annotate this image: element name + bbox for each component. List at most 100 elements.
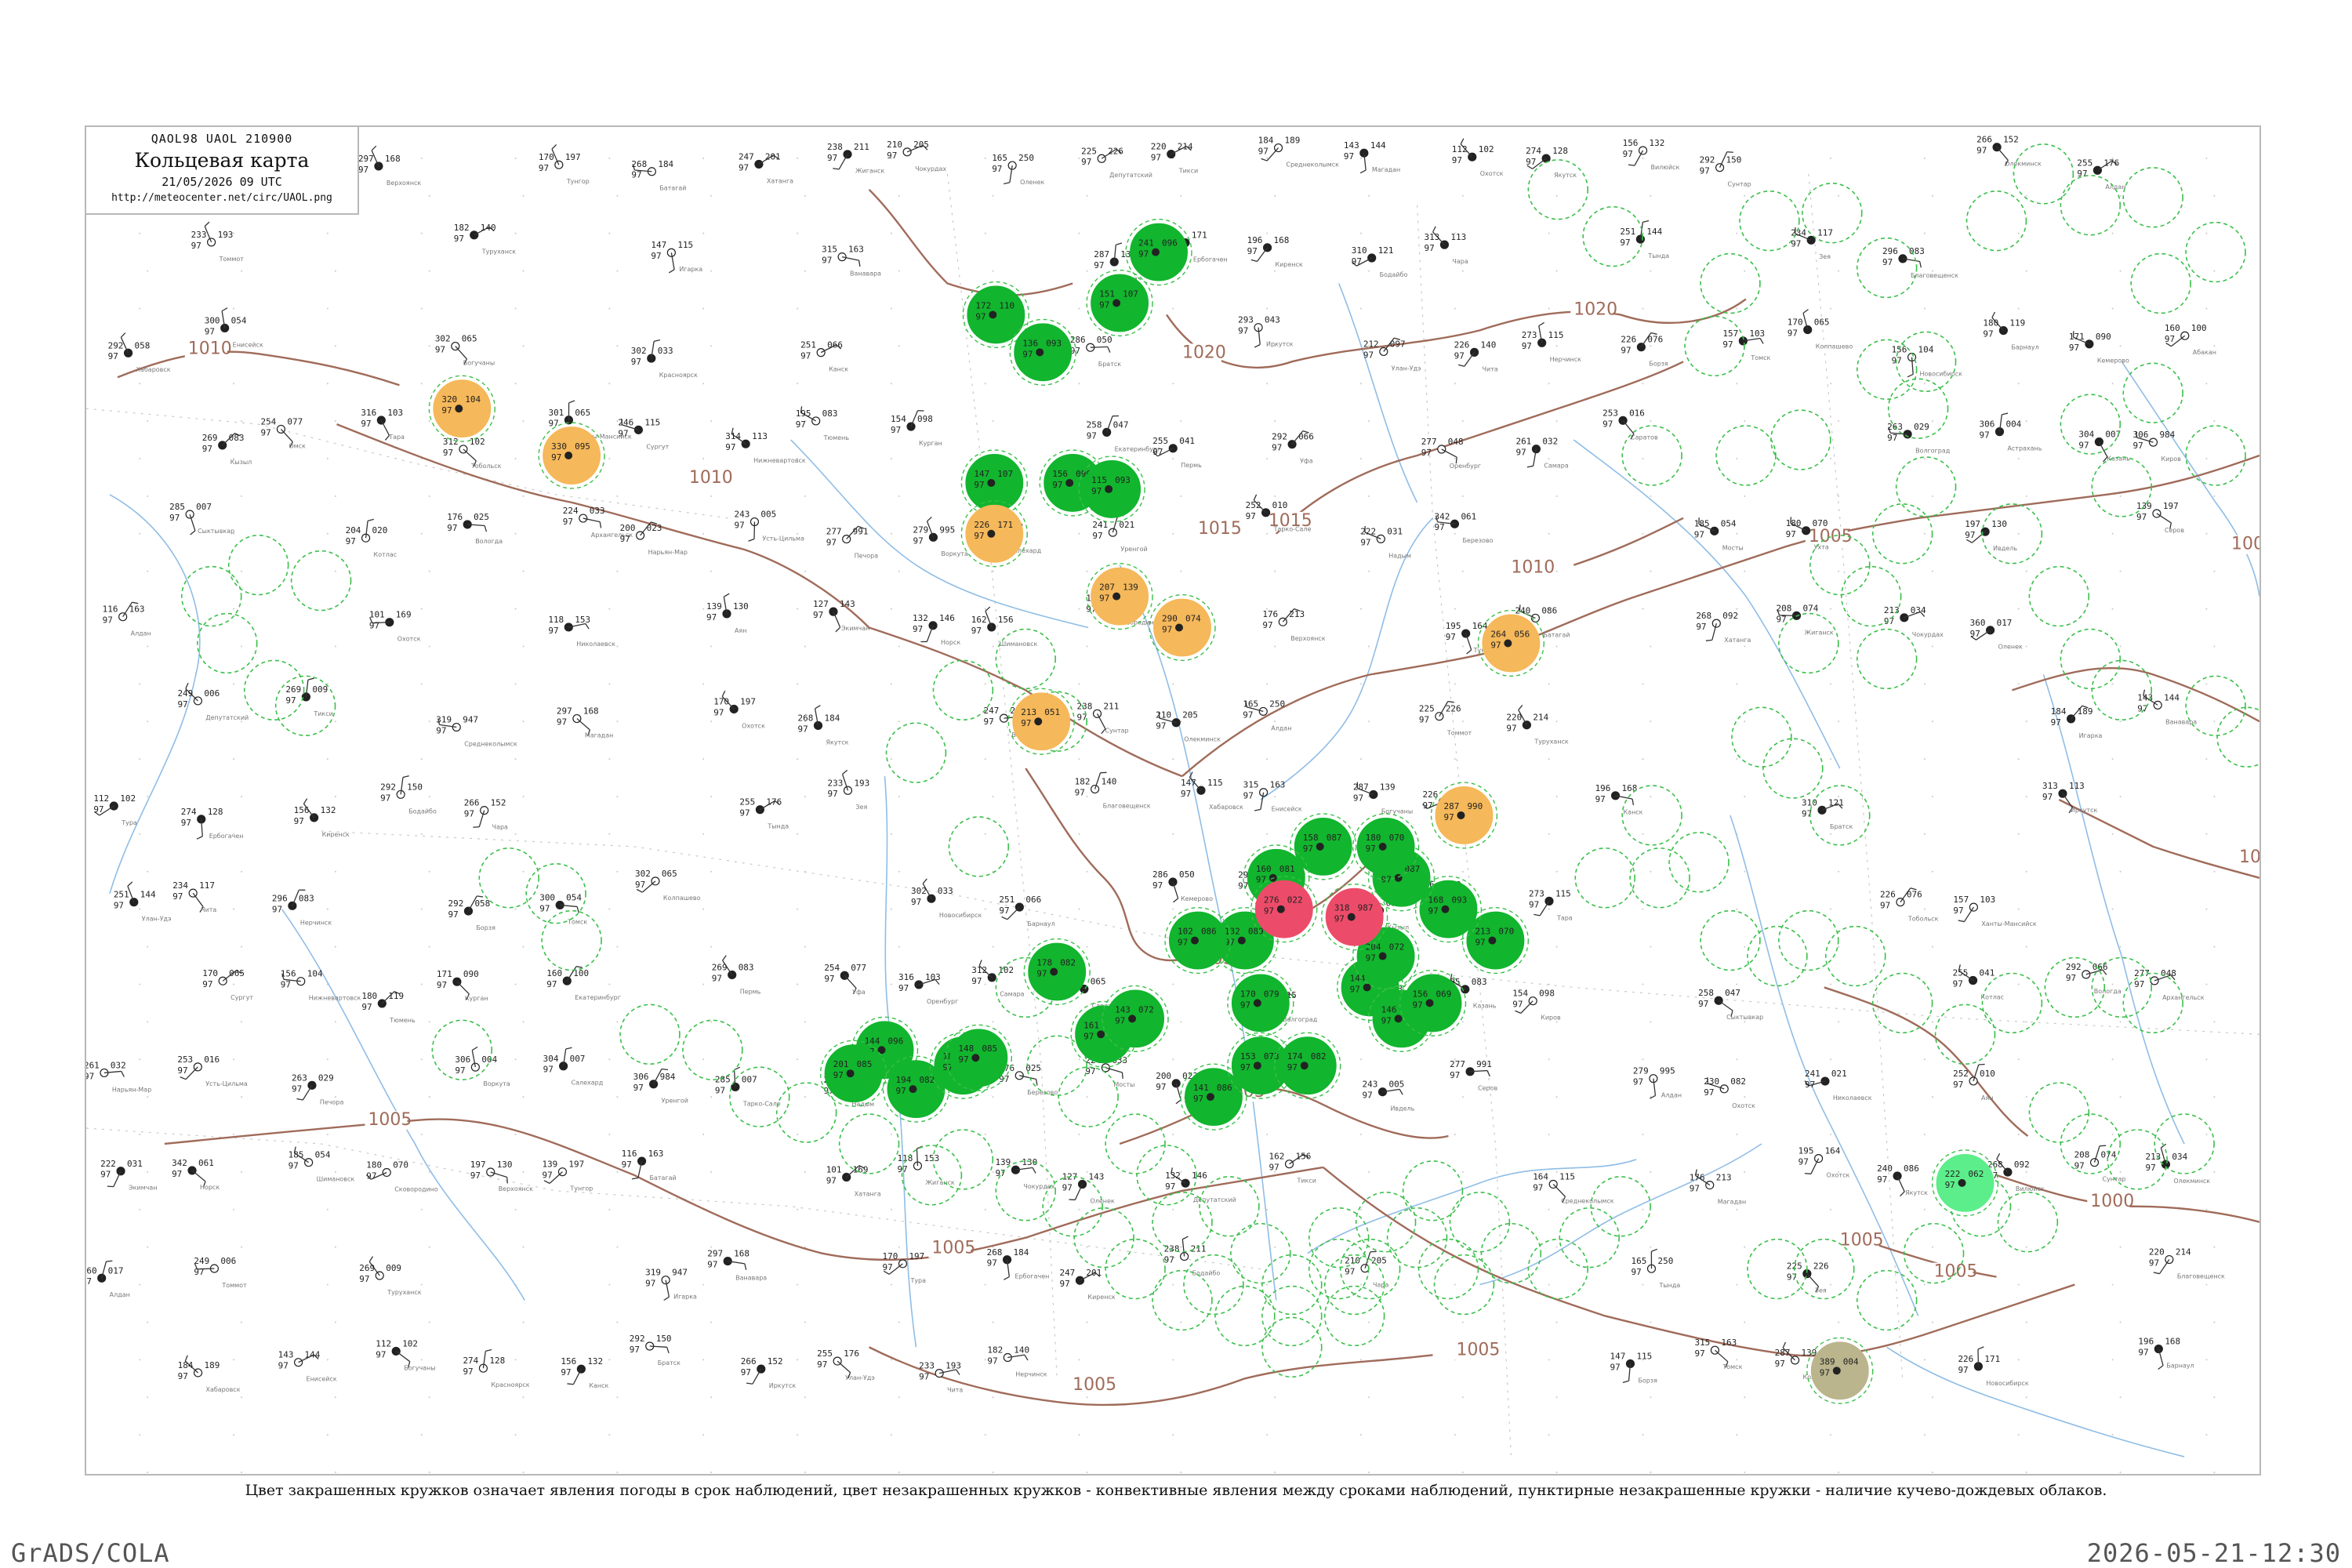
convective-ring[interactable]: [2122, 362, 2183, 423]
convective-ring[interactable]: [838, 1113, 900, 1174]
convective-ring[interactable]: [1449, 1192, 1511, 1253]
convective-ring[interactable]: [1559, 1207, 1620, 1269]
station-plot[interactable]: 314 11397Нижневартовск: [725, 427, 806, 464]
station-plot[interactable]: 269 00997Туруханск: [359, 1256, 422, 1296]
station-plot[interactable]: 118 15397Николаевск: [548, 615, 615, 648]
station-plot[interactable]: 180 11997Тюмень: [361, 991, 416, 1024]
station-plot[interactable]: 304 00797Казань: [2078, 430, 2130, 463]
convective-ring[interactable]: [1261, 1316, 1323, 1378]
convective-ring[interactable]: [196, 612, 258, 674]
station-plot[interactable]: 162 15697Шимановск: [971, 606, 1038, 648]
weather-circle-haze_olive[interactable]: 389 00497: [1806, 1337, 1874, 1404]
convective-ring[interactable]: [1308, 1238, 1370, 1300]
station-plot[interactable]: 170 19797Охотск: [713, 690, 765, 729]
station-plot[interactable]: 143 14497Ванавара: [2137, 689, 2197, 726]
station-plot[interactable]: 279 99597Алдан: [1633, 1066, 1682, 1099]
weather-circle-rain_filled[interactable]: 170 07997: [1227, 969, 1294, 1036]
convective-ring[interactable]: [2028, 1082, 2090, 1143]
weather-circle-dust_orange[interactable]: 330 09597: [538, 422, 605, 489]
station-plot[interactable]: 285 00797Тарко-Сале: [715, 1066, 781, 1107]
convective-ring[interactable]: [2060, 628, 2122, 690]
station-plot[interactable]: 286 05097Братск: [1070, 335, 1121, 368]
station-plot[interactable]: 269 08397Кызыл: [202, 433, 252, 466]
weather-circle-dust_orange[interactable]: 290 07497: [1149, 593, 1216, 662]
convective-ring[interactable]: [1895, 456, 1957, 517]
convective-ring[interactable]: [1261, 1285, 1323, 1347]
station-plot[interactable]: 26809297Вилюйск: [1987, 1152, 2045, 1192]
station-plot[interactable]: 164 11597Среднеколымск: [1533, 1172, 1614, 1205]
station-plot[interactable]: 255 17697Тында: [739, 797, 789, 830]
station-plot[interactable]: 101 16997Хатанга: [826, 1165, 881, 1198]
station-plot[interactable]: 210 20597Олекминск: [1156, 710, 1221, 743]
station-plot[interactable]: 195 16497Охотск: [1798, 1146, 1850, 1179]
station-plot[interactable]: 234 11797Чита: [172, 880, 216, 913]
station-plot[interactable]: 268 18497Ербогачен: [987, 1247, 1050, 1280]
station-plot[interactable]: 293 04397Иркутск: [1238, 315, 1294, 348]
station-plot[interactable]: 226 07697Борзя: [1621, 332, 1668, 368]
weather-circle-dust_orange[interactable]: 226 17197: [960, 500, 1028, 568]
station-plot[interactable]: 170 06597Колпашево: [1788, 309, 1853, 350]
station-plot[interactable]: 342 06197Березово: [1435, 511, 1494, 544]
station-plot[interactable]: 302 03397Новосибирск: [911, 878, 982, 919]
station-plot[interactable]: 225 22697Зея: [1787, 1261, 1829, 1294]
station-plot[interactable]: 195 08397Тюмень: [796, 406, 850, 441]
station-plot[interactable]: 268 18497Батагай: [631, 159, 686, 192]
convective-ring[interactable]: [1871, 972, 1933, 1034]
weather-circle-rain_filled[interactable]: 178 08297: [1023, 938, 1091, 1006]
convective-ring[interactable]: [1762, 738, 1824, 799]
station-plot[interactable]: 273 11597Тара: [1529, 888, 1573, 921]
convective-ring[interactable]: [1402, 1160, 1464, 1221]
weather-circle-dust_orange[interactable]: 287 99097: [1430, 782, 1498, 849]
convective-ring[interactable]: [1199, 1176, 1260, 1237]
station-plot[interactable]: 243 00597Усть-Цильма: [734, 510, 804, 543]
station-plot[interactable]: 310 12197Бодайбо: [1352, 245, 1408, 278]
convective-ring[interactable]: [1739, 191, 1800, 252]
convective-ring[interactable]: [1700, 909, 1761, 971]
station-plot[interactable]: 210 20597Чара: [1345, 1250, 1388, 1289]
station-plot[interactable]: 184 18997Хабаровск: [178, 1355, 241, 1393]
station-plot[interactable]: 319 94797Игарка: [645, 1268, 697, 1301]
station-plot[interactable]: 170 06597Сургут: [202, 968, 253, 1001]
station-plot[interactable]: 233 19397Томмот: [191, 221, 245, 263]
station-plot[interactable]: 112 10297Богучаны: [376, 1338, 435, 1371]
station-plot[interactable]: 156 13297Канск: [561, 1356, 608, 1389]
convective-ring[interactable]: [1731, 706, 1792, 768]
convective-ring[interactable]: [1308, 1207, 1370, 1269]
station-plot[interactable]: 306 98497Киров: [2133, 430, 2182, 463]
station-plot[interactable]: 292 15097Бодайбо: [380, 775, 437, 815]
convective-ring[interactable]: [227, 534, 289, 596]
station-plot[interactable]: 297 16897Ванавара: [707, 1249, 767, 1282]
station-plot[interactable]: 360 01797Оленек: [1970, 618, 2023, 651]
station-plot[interactable]: 197 13097Ивдель: [1965, 519, 2017, 552]
convective-ring[interactable]: [1152, 1192, 1213, 1253]
convective-ring[interactable]: [995, 1160, 1057, 1221]
station-plot[interactable]: 315 16397Ванавара: [822, 245, 881, 278]
station-plot[interactable]: 243 00597Ивдель: [1363, 1080, 1415, 1112]
station-plot[interactable]: 139 13097Аян: [706, 593, 749, 634]
station-plot[interactable]: 197 13097Верхоянск: [470, 1160, 533, 1192]
station-plot[interactable]: 306 00497Воркута: [455, 1046, 510, 1087]
station-plot[interactable]: 36001797Алдан: [86, 1260, 130, 1298]
station-plot[interactable]: 316 10397Оренбург: [898, 972, 958, 1005]
station-plot[interactable]: 342 06197Норск: [172, 1158, 220, 1191]
station-plot[interactable]: 226 07697Тобольск: [1880, 887, 1939, 923]
station-plot[interactable]: 156 13297Вилюйск: [1623, 138, 1680, 171]
station-plot[interactable]: 118 15397Жиганск: [897, 1145, 955, 1186]
station-plot[interactable]: 261 03297Самара: [1515, 437, 1568, 470]
station-plot[interactable]: 210 20597Чокурдах: [887, 140, 946, 172]
map-url[interactable]: http://meteocenter.net/circ/UAOL.png: [86, 192, 358, 204]
station-plot[interactable]: 143 14497Магадан: [1344, 140, 1400, 174]
station-plot[interactable]: 116 16397Батагай: [622, 1149, 677, 1181]
convective-ring[interactable]: [682, 1019, 743, 1080]
weather-circle-rain_filled[interactable]: 151 10797: [1086, 269, 1153, 337]
convective-ring[interactable]: [2060, 394, 2122, 455]
station-plot[interactable]: 233 19397Зея: [828, 769, 870, 811]
station-plot[interactable]: 176 21397Верхоянск: [1262, 608, 1326, 643]
convective-ring[interactable]: [1668, 832, 1730, 893]
station-plot[interactable]: 184 18997Игарка: [2051, 705, 2103, 739]
convective-ring[interactable]: [1152, 1269, 1213, 1331]
station-plot[interactable]: 233 19397Чита: [919, 1361, 963, 1394]
convective-ring[interactable]: [932, 659, 994, 721]
convective-ring[interactable]: [2091, 456, 2152, 517]
convective-ring[interactable]: [1856, 339, 1918, 400]
